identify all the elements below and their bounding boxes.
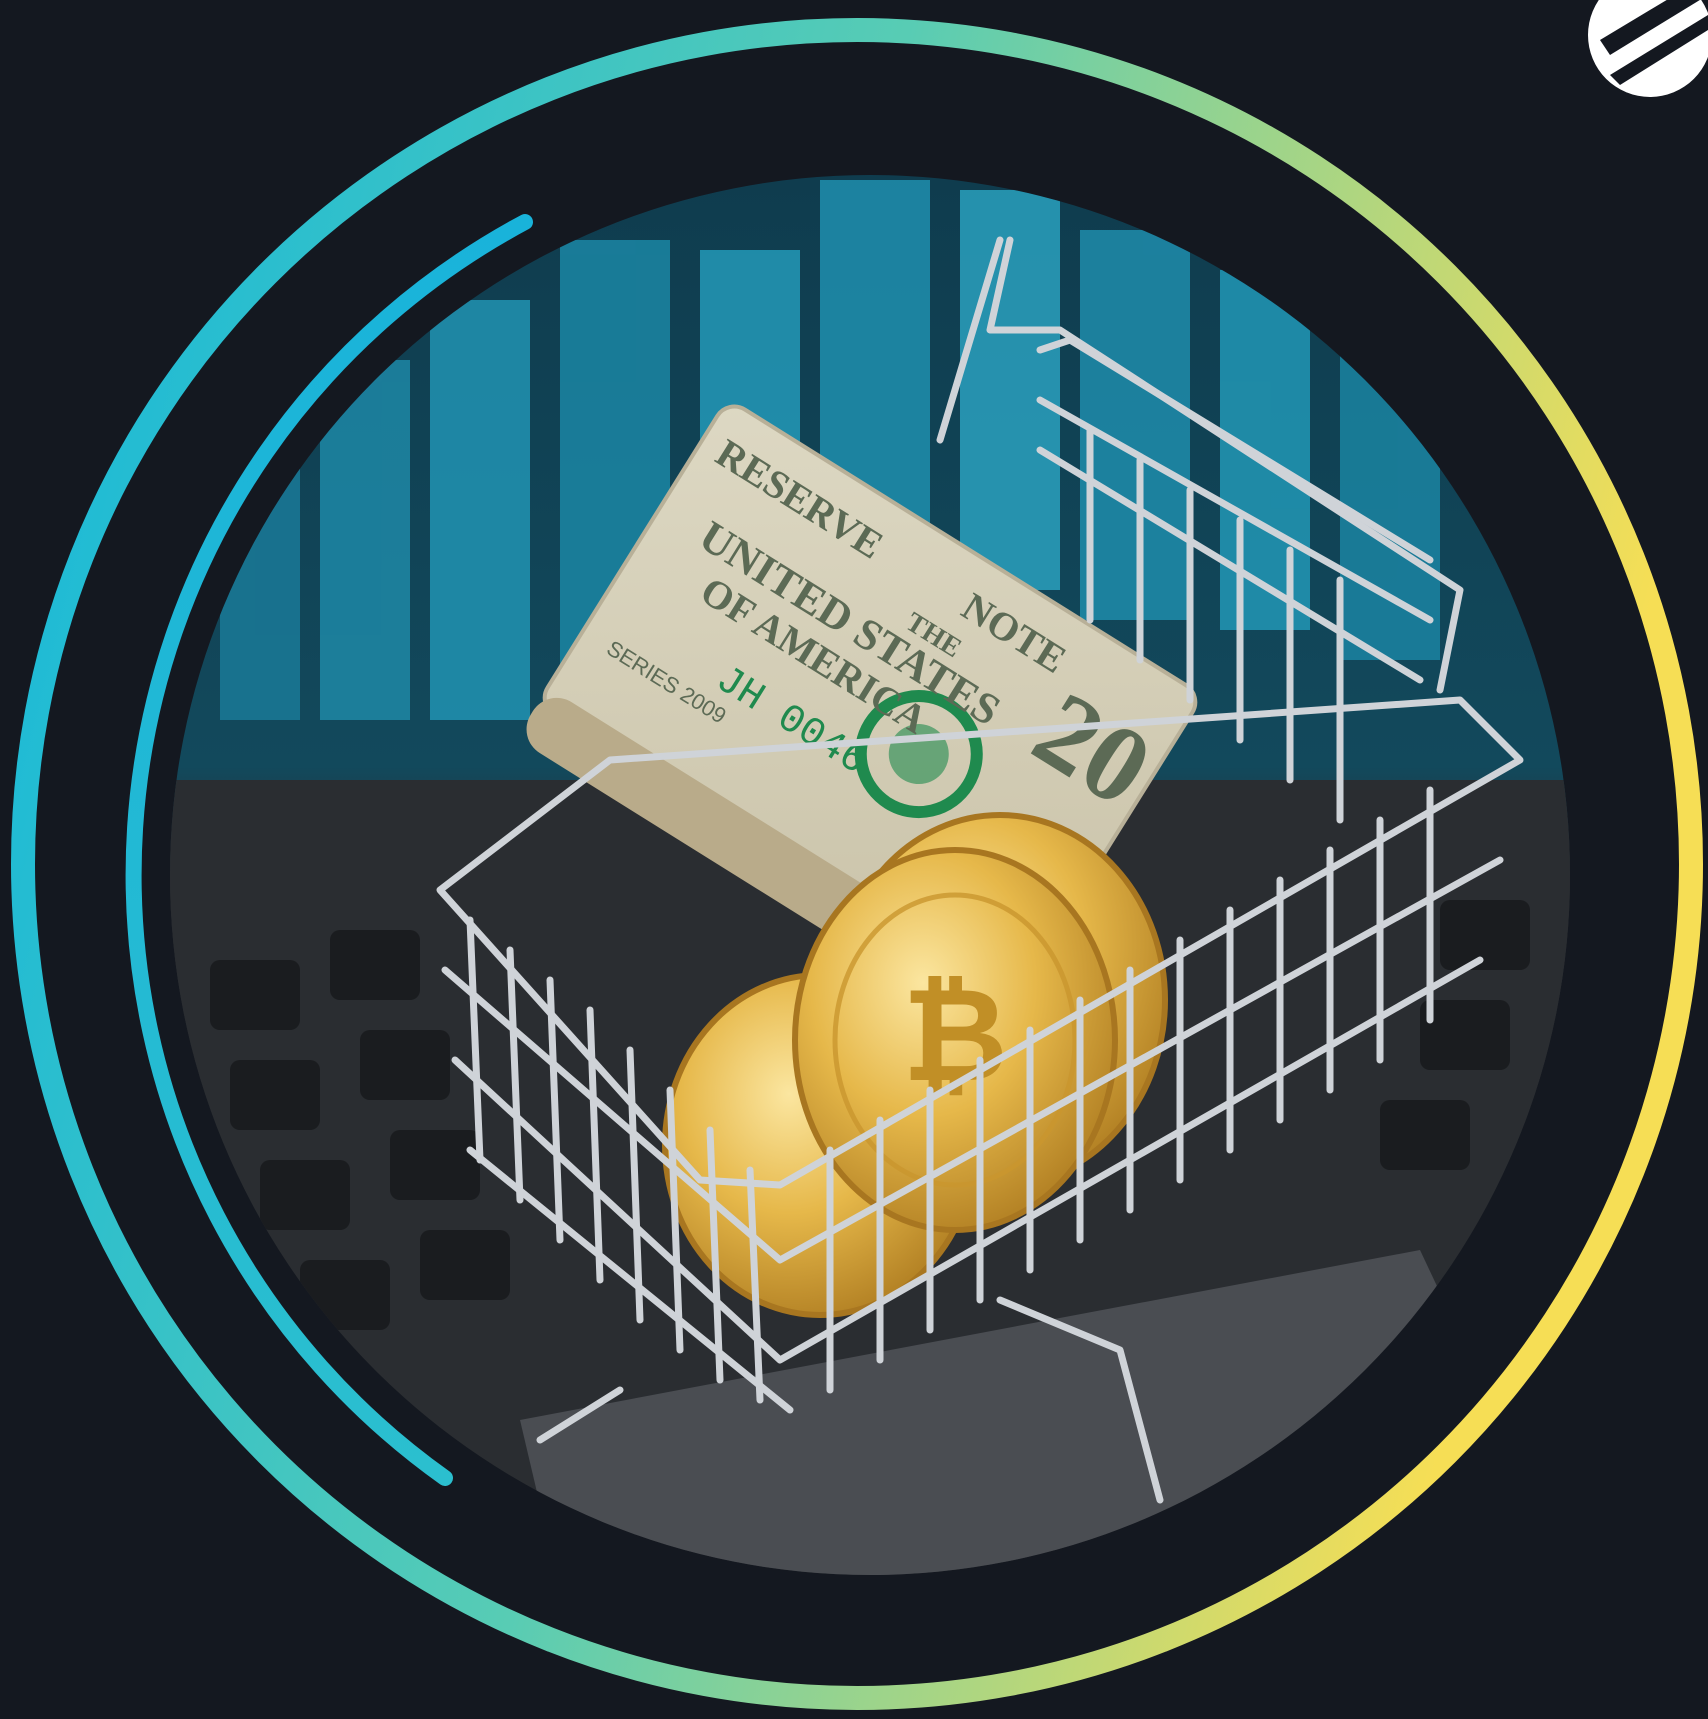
- artwork-canvas: RESERVE NOTE THE UNITED STATES OF AMERIC…: [0, 0, 1708, 1719]
- artwork-svg: RESERVE NOTE THE UNITED STATES OF AMERIC…: [11, 0, 1708, 1710]
- partial-circle-logo-icon: [1588, 0, 1708, 97]
